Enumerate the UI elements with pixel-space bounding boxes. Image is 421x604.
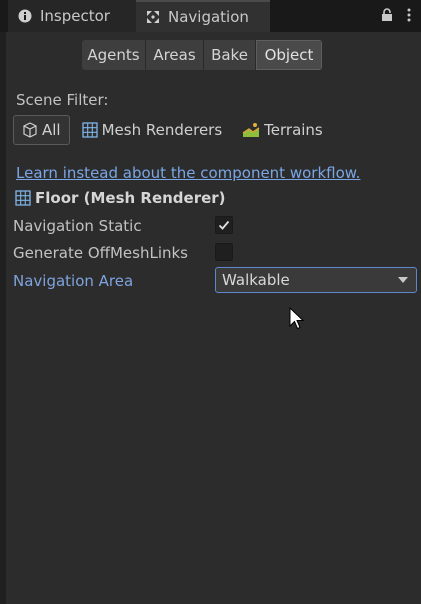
navigation-icon — [146, 10, 160, 24]
scene-filter-options: All Mesh Renderers Terrains — [13, 114, 335, 146]
navigation-section-tabs: Agents Areas Bake Object — [82, 40, 322, 70]
grid-icon — [81, 122, 98, 138]
checkmark-icon — [218, 220, 230, 230]
tab-inspector[interactable]: Inspector — [8, 0, 136, 32]
filter-terrains-label: Terrains — [264, 121, 323, 139]
tab-object[interactable]: Object — [256, 40, 322, 70]
mouse-cursor-icon — [289, 306, 305, 335]
terrain-icon — [242, 122, 260, 138]
chevron-down-icon — [398, 277, 408, 283]
info-icon — [18, 9, 32, 23]
lock-icon[interactable] — [381, 7, 393, 26]
filter-mesh-renderers-label: Mesh Renderers — [101, 121, 223, 139]
generate-offmeshlinks-label: Generate OffMeshLinks — [13, 244, 188, 262]
tab-bake[interactable]: Bake — [204, 40, 256, 70]
object-header: Floor (Mesh Renderer) — [15, 189, 226, 207]
tab-agents[interactable]: Agents — [82, 40, 146, 70]
more-vertical-icon[interactable] — [407, 7, 411, 26]
filter-all-button[interactable]: All — [13, 115, 70, 145]
filter-terrains-button[interactable]: Terrains — [234, 115, 331, 145]
navigation-area-label: Navigation Area — [13, 272, 134, 290]
cube-icon — [22, 122, 38, 138]
navigation-window: Inspector Navigation Agents Areas Bake O… — [0, 0, 421, 604]
component-workflow-link[interactable]: Learn instead about the component workfl… — [16, 164, 360, 182]
navigation-static-label: Navigation Static — [13, 217, 142, 235]
filter-mesh-renderers-button[interactable]: Mesh Renderers — [74, 115, 231, 145]
grid-icon — [15, 190, 31, 206]
navigation-area-dropdown[interactable]: Walkable — [215, 267, 417, 293]
generate-offmeshlinks-checkbox[interactable] — [215, 243, 233, 261]
scene-filter-label: Scene Filter: — [16, 91, 109, 109]
tab-actions — [381, 0, 411, 32]
tab-navigation-label: Navigation — [168, 8, 249, 26]
object-title: Floor (Mesh Renderer) — [35, 189, 226, 207]
navigation-static-checkbox[interactable] — [215, 216, 233, 234]
navigation-area-value: Walkable — [222, 271, 290, 289]
tab-areas[interactable]: Areas — [146, 40, 204, 70]
tab-bar: Inspector Navigation — [0, 0, 421, 32]
filter-all-label: All — [42, 121, 61, 139]
tab-inspector-label: Inspector — [40, 7, 110, 25]
tab-navigation[interactable]: Navigation — [136, 0, 270, 32]
